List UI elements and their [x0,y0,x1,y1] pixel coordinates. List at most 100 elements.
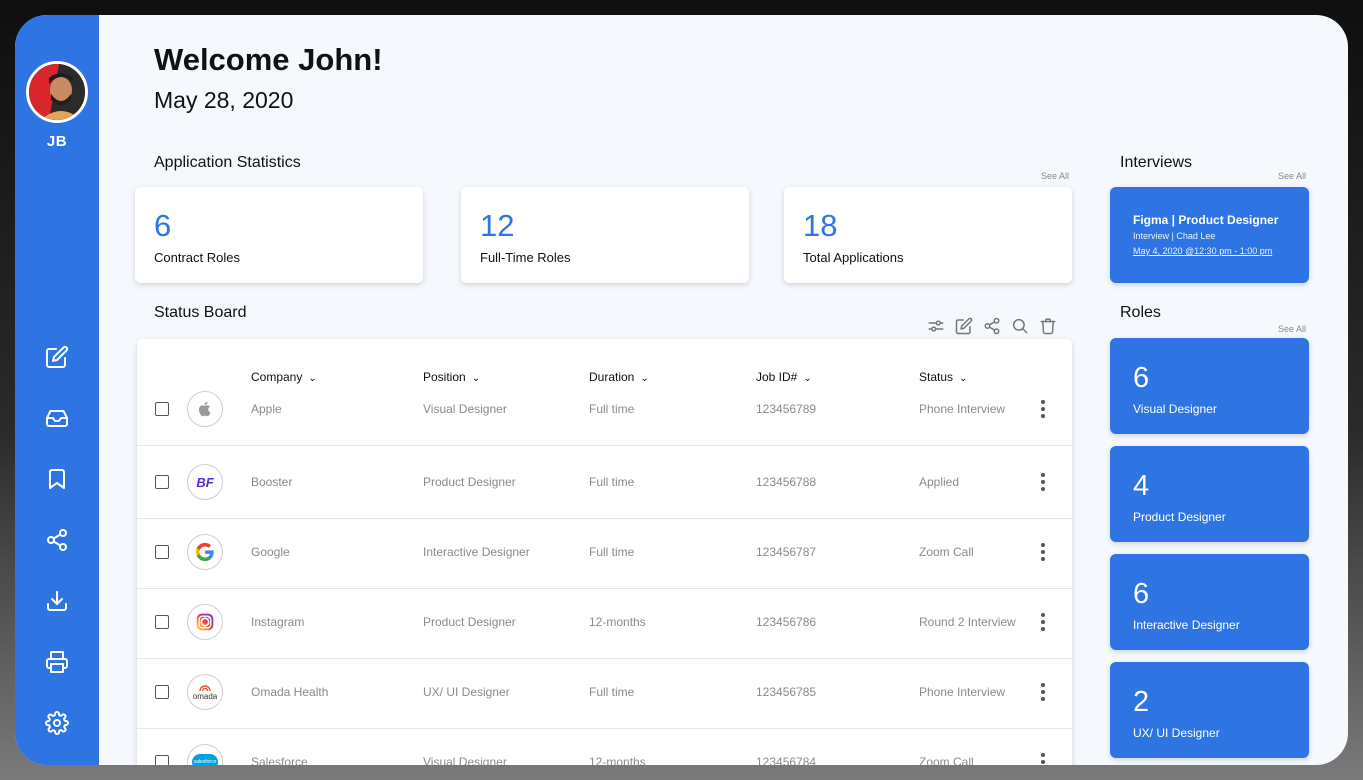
job-id-cell: 123456787 [756,545,817,559]
stat-card-total[interactable]: 18 Total Applications [784,187,1072,283]
role-label: UX/ UI Designer [1133,726,1220,740]
row-divider [137,518,1072,519]
company-cell: Instagram [251,615,305,629]
download-icon[interactable] [45,589,69,613]
omada-logo-text: omada [192,691,218,701]
edit-icon[interactable] [45,345,69,369]
column-header-company[interactable]: Company ⌄ [251,370,317,384]
more-options-icon[interactable] [1035,542,1051,562]
position-cell: Interactive Designer [423,545,530,559]
position-cell: UX/ UI Designer [423,685,510,699]
column-header-duration[interactable]: Duration ⌄ [589,370,649,384]
job-id-cell: 123456786 [756,615,817,629]
role-count: 6 [1133,578,1150,610]
duration-cell: 12-months [589,615,646,629]
company-cell: Omada Health [251,685,329,699]
chevron-down-icon: ⌄ [803,373,812,384]
position-cell: Visual Designer [423,755,507,765]
row-checkbox[interactable] [155,755,169,765]
role-label: Visual Designer [1133,402,1217,416]
role-label: Interactive Designer [1133,618,1240,632]
edit-icon[interactable] [955,317,973,335]
job-id-cell: 123456789 [756,402,817,416]
current-date: May 28, 2020 [154,87,294,113]
interview-card[interactable]: Figma | Product Designer Interview | Cha… [1110,187,1309,283]
status-cell: Applied [919,475,960,489]
salesforce-logo-icon: salesforce [187,744,223,765]
interview-title: Figma | Product Designer [1133,213,1279,227]
job-id-cell: 123456788 [756,475,817,489]
roles-title: Roles [1120,304,1161,321]
chevron-down-icon: ⌄ [308,373,317,384]
column-header-position[interactable]: Position ⌄ [423,370,480,384]
more-options-icon[interactable] [1035,399,1051,419]
row-divider [137,728,1072,729]
more-options-icon[interactable] [1035,752,1051,765]
more-options-icon[interactable] [1035,612,1051,632]
company-cell: Salesforce [251,755,308,765]
column-header-label: Job ID# [756,370,798,384]
row-checkbox[interactable] [155,615,169,629]
column-header-label: Status [919,370,954,384]
status-cell: Round 2 Interview [919,615,1016,629]
status-cell: Zoom Call [919,755,974,765]
duration-cell: Full time [589,475,635,489]
page-title: Welcome John! [154,42,383,77]
stat-card-full-time[interactable]: 12 Full-Time Roles [461,187,749,283]
chevron-down-icon: ⌄ [640,373,649,384]
stat-value: 6 [154,208,172,243]
board-toolbar [927,317,1057,337]
row-checkbox[interactable] [155,475,169,489]
column-header-job-id[interactable]: Job ID# ⌄ [756,370,812,384]
inbox-icon[interactable] [45,406,69,430]
company-cell: Google [251,545,290,559]
more-options-icon[interactable] [1035,472,1051,492]
search-icon[interactable] [1011,317,1029,335]
role-count: 6 [1133,362,1150,394]
row-divider [137,658,1072,659]
row-divider [137,445,1072,446]
role-card-product-designer[interactable]: 4 Product Designer [1110,446,1309,542]
stats-see-all-link[interactable]: See All [1041,171,1069,181]
sidebar: JB [15,15,99,765]
roles-see-all-link[interactable]: See All [1278,324,1306,334]
trash-icon[interactable] [1039,317,1057,335]
job-id-cell: 123456785 [756,685,817,699]
booster-logo-icon: BF [187,464,223,500]
share-icon[interactable] [45,528,69,552]
instagram-logo-icon [187,604,223,640]
column-header-label: Position [423,370,466,384]
stat-card-contract[interactable]: 6 Contract Roles [135,187,423,283]
job-id-cell: 123456784 [756,755,817,765]
duration-cell: Full time [589,685,635,699]
interview-subtitle: Interview | Chad Lee [1133,231,1216,241]
row-checkbox[interactable] [155,545,169,559]
role-card-ux-ui-designer[interactable]: 2 UX/ UI Designer [1110,662,1309,758]
row-checkbox[interactable] [155,685,169,699]
settings-icon[interactable] [45,711,69,735]
interview-datetime-link[interactable]: May 4, 2020 @12:30 pm - 1:00 pm [1133,246,1272,256]
stat-value: 12 [480,208,515,243]
print-icon[interactable] [45,650,69,674]
more-options-icon[interactable] [1035,682,1051,702]
column-header-label: Duration [589,370,635,384]
share-icon[interactable] [983,317,1001,335]
interviews-see-all-link[interactable]: See All [1278,171,1306,181]
avatar[interactable] [26,61,88,123]
stat-label: Full-Time Roles [480,250,571,265]
chevron-down-icon: ⌄ [471,373,481,384]
bookmark-icon[interactable] [45,467,69,491]
omada-logo-icon: omada [187,674,223,710]
google-logo-icon [187,534,223,570]
stats-title: Application Statistics [154,154,301,171]
row-checkbox[interactable] [155,402,169,416]
status-cell: Phone Interview [919,402,1006,416]
position-cell: Product Designer [423,615,516,629]
status-board-table: Company ⌄ Position ⌄ Duration ⌄ Job ID# ⌄ St… [137,339,1072,765]
role-card-interactive-designer[interactable]: 6 Interactive Designer [1110,554,1309,650]
position-cell: Product Designer [423,475,516,489]
filter-icon[interactable] [927,317,945,335]
column-header-status[interactable]: Status ⌄ [919,370,967,384]
role-card-visual-designer[interactable]: 6 Visual Designer [1110,338,1309,434]
status-cell: Phone Interview [919,685,1006,699]
